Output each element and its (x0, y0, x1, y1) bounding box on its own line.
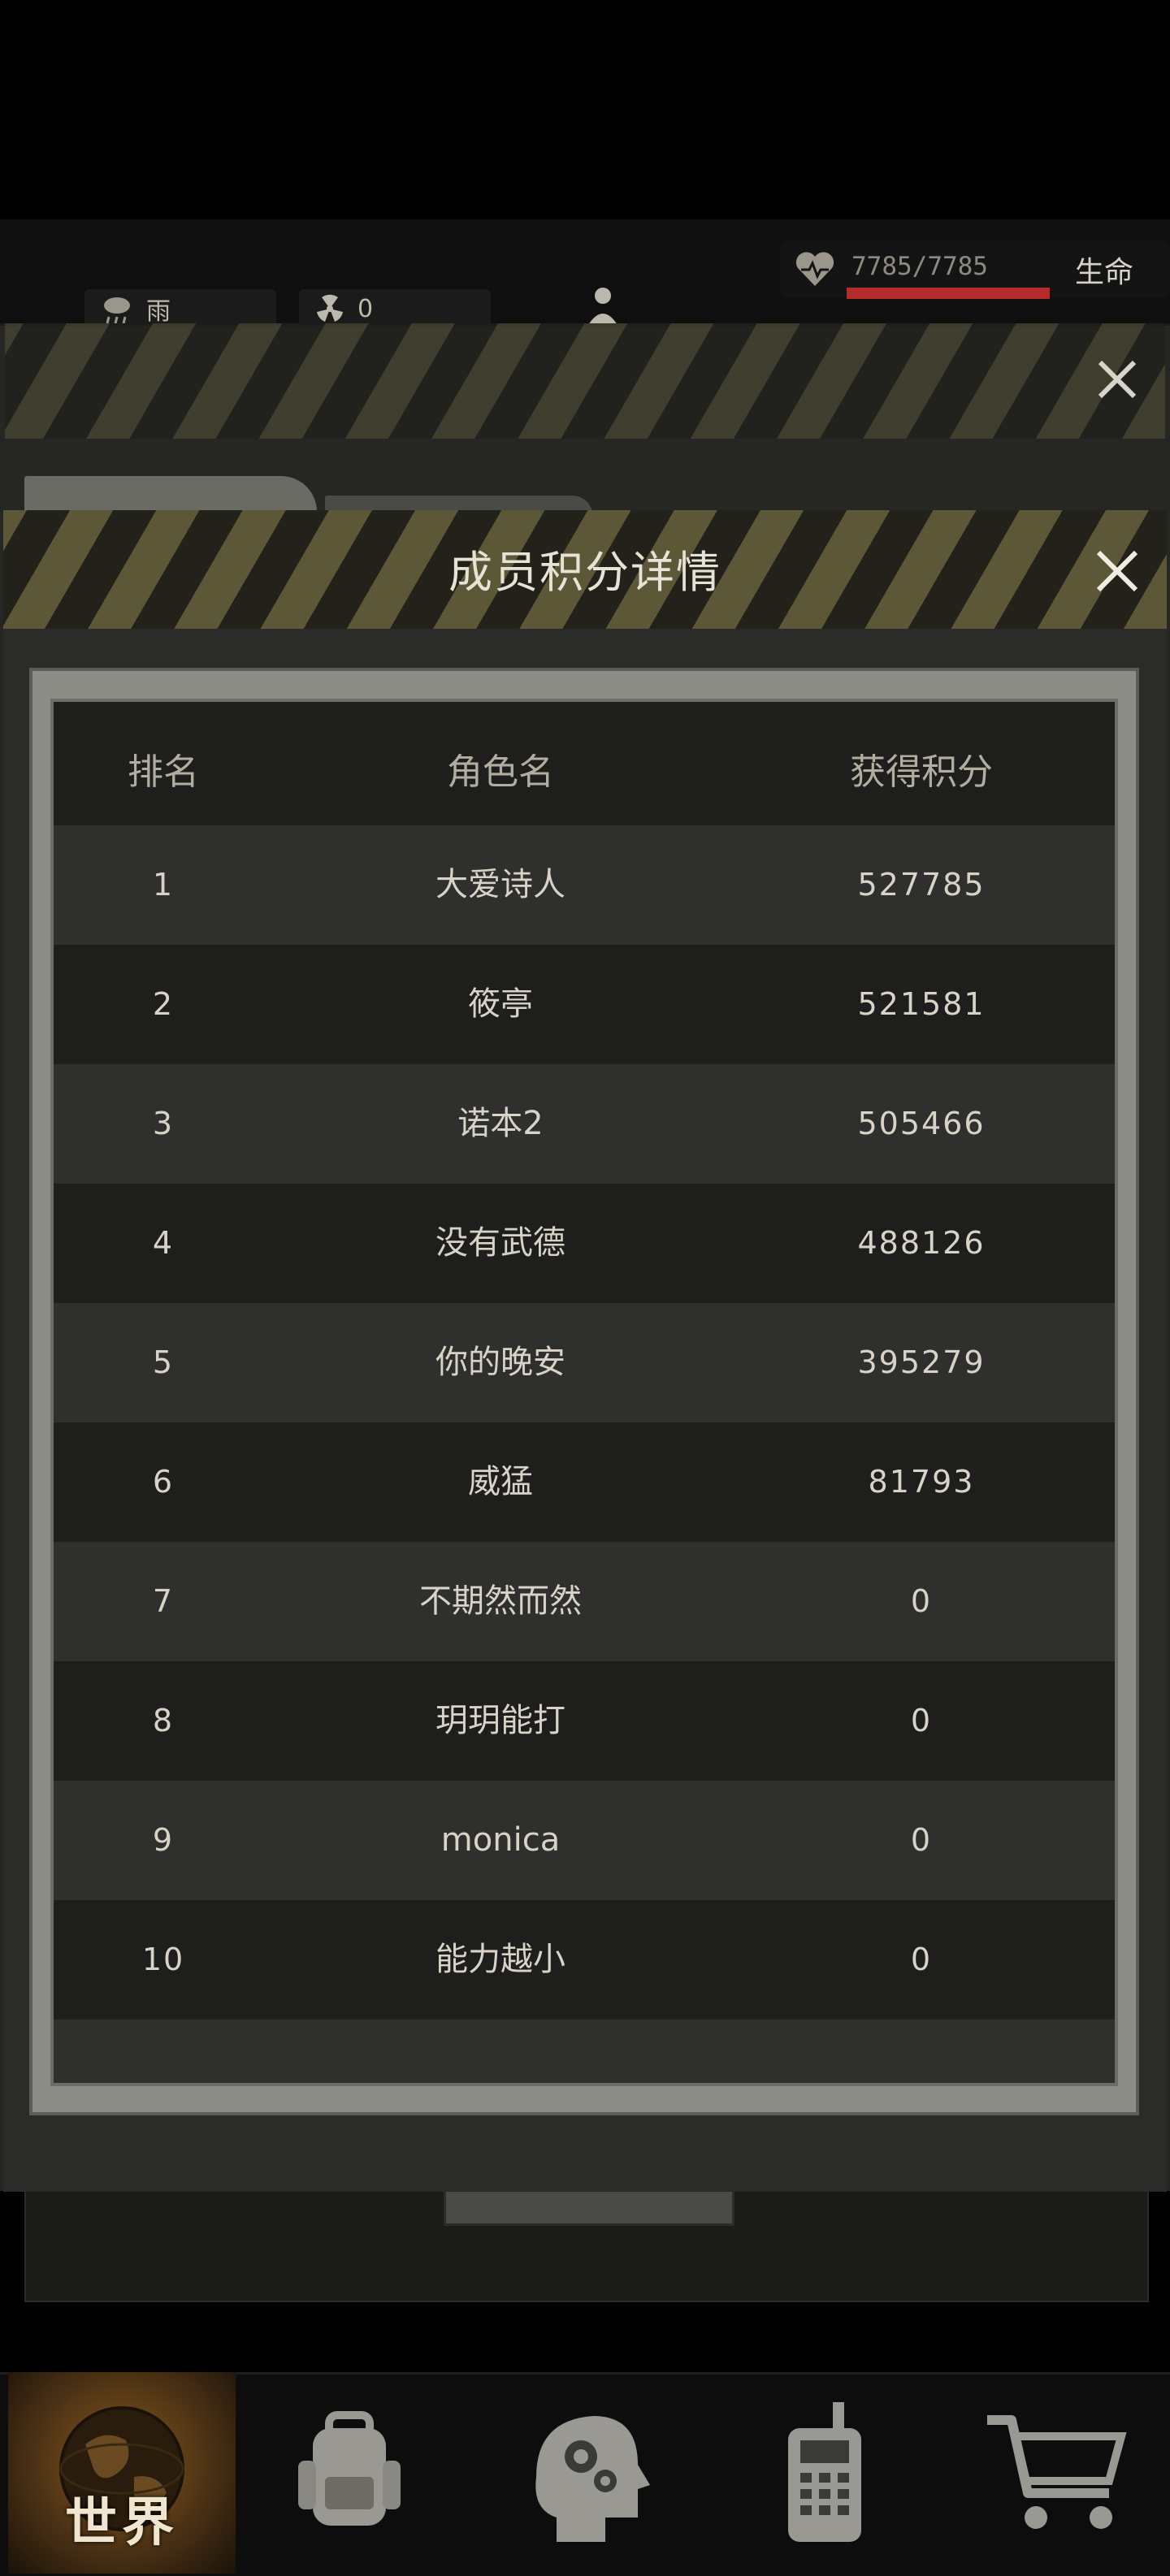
rank-cell: 5 (152, 1344, 175, 1380)
score-cell: 0 (910, 1583, 933, 1619)
score-cell: 521581 (857, 986, 986, 1022)
rank-cell: 8 (152, 1703, 175, 1738)
radiation-value: 0 (358, 294, 374, 323)
name-cell: 诺本2 (457, 1105, 544, 1142)
table-row: 10 能力越小 0 (54, 1900, 1115, 2020)
rank-cell: 4 (152, 1225, 175, 1261)
rank-cell: 6 (152, 1464, 175, 1500)
table-row: 4 没有武德 488126 (54, 1184, 1115, 1303)
heart-icon (795, 252, 834, 286)
radiation-indicator: 0 (299, 289, 491, 328)
nav-world-label: 世界 (65, 2493, 179, 2553)
rank-cell: 1 (152, 867, 175, 903)
nav-skills-button[interactable] (471, 2372, 699, 2574)
table-row: 7 不期然而然 0 (54, 1542, 1115, 1661)
nav-backpack-button[interactable] (236, 2372, 463, 2574)
score-cell: 488126 (857, 1225, 986, 1261)
backpack-icon (298, 2411, 401, 2526)
close-icon[interactable] (1089, 543, 1146, 600)
column-header-name: 角色名 (447, 751, 554, 793)
nav-world-button[interactable]: 世界 (8, 2372, 236, 2574)
nav-shop-button[interactable] (942, 2372, 1170, 2574)
top-blank-area (0, 0, 1170, 219)
rank-cell: 3 (152, 1106, 175, 1141)
rain-cloud-icon (104, 297, 130, 324)
rank-cell: 10 (141, 1942, 185, 1977)
score-cell: 395279 (857, 1344, 986, 1380)
score-cell: 527785 (857, 867, 986, 903)
score-cell: 0 (910, 1822, 933, 1858)
table-header: 排名 角色名 获得积分 (54, 702, 1115, 825)
table-row: 6 威猛 81793 (54, 1422, 1115, 1542)
background-close-icon[interactable] (1089, 351, 1146, 408)
background-window-header (5, 323, 1165, 439)
background-tab[interactable] (24, 476, 317, 512)
life-label: 生命 (1075, 256, 1134, 289)
life-bar (847, 288, 1050, 299)
score-cell: 505466 (857, 1106, 986, 1141)
name-cell: 玥玥能打 (436, 1702, 566, 1739)
table-row: 3 诺本2 505466 (54, 1064, 1115, 1184)
score-table[interactable]: 排名 角色名 获得积分 1 大爱诗人 527785 2 筱亭 521581 3 … (50, 699, 1118, 2086)
table-row: 8 玥玥能打 0 (54, 1661, 1115, 1781)
name-cell: 大爱诗人 (436, 866, 566, 903)
score-cell: 0 (910, 1703, 933, 1738)
table-row: 2 筱亭 521581 (54, 945, 1115, 1064)
name-cell: monica (440, 1821, 561, 1859)
weather-indicator: 雨 (84, 289, 276, 328)
nav-radio-button[interactable] (707, 2372, 934, 2574)
rank-cell: 7 (152, 1583, 175, 1619)
table-row: 9 monica 0 (54, 1781, 1115, 1900)
name-cell: 不期然而然 (419, 1582, 582, 1620)
person-icon (588, 288, 618, 325)
cart-icon (987, 2415, 1127, 2529)
name-cell: 能力越小 (436, 1941, 566, 1978)
rank-cell: 9 (152, 1822, 175, 1858)
radio-phone-icon (788, 2402, 861, 2542)
table-row-partial (54, 2020, 1115, 2083)
name-cell: 没有武德 (436, 1224, 566, 1262)
radiation-icon (317, 294, 343, 322)
score-cell: 81793 (868, 1464, 975, 1500)
table-row: 1 大爱诗人 527785 (54, 825, 1115, 945)
dialog-title: 成员积分详情 (448, 547, 722, 598)
column-header-score: 获得积分 (850, 751, 993, 793)
column-header-rank: 排名 (128, 751, 199, 793)
score-cell: 0 (910, 1942, 933, 1977)
name-cell: 你的晚安 (436, 1344, 566, 1381)
name-cell: 筱亭 (468, 985, 533, 1023)
table-row: 5 你的晚安 395279 (54, 1303, 1115, 1422)
weather-label: 雨 (146, 297, 171, 326)
rank-cell: 2 (152, 986, 175, 1022)
name-cell: 威猛 (468, 1463, 533, 1500)
head-gears-icon (535, 2416, 650, 2542)
life-value: 7785/7785 (852, 252, 988, 281)
